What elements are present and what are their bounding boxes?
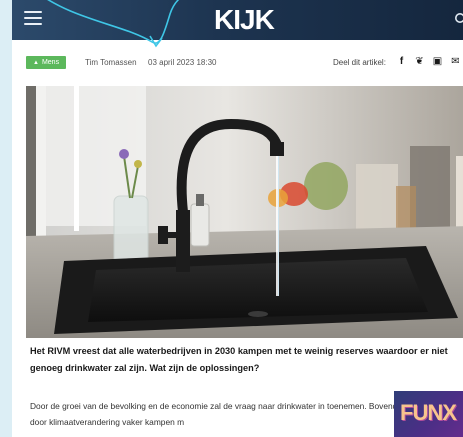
email-icon[interactable]: ✉ xyxy=(450,56,461,67)
advertisement-banner[interactable]: FUNX xyxy=(394,391,463,437)
article-meta: ▲ Mens Tim Tomassen 03 april 2023 18:30 D… xyxy=(12,52,463,72)
author-link[interactable]: Tim Tomassen xyxy=(85,58,137,67)
category-label: Mens xyxy=(41,59,60,66)
whatsapp-icon[interactable]: ▣ xyxy=(432,56,443,67)
kitchen-sink-photo xyxy=(26,86,463,338)
site-logo[interactable]: KIJK xyxy=(214,3,275,37)
share-label: Deel dit artikel: xyxy=(333,58,386,67)
category-badge[interactable]: ▲ Mens xyxy=(26,56,67,69)
publish-date: 03 april 2023 18:30 xyxy=(148,58,217,67)
hero-image xyxy=(26,86,463,338)
facebook-icon[interactable]: f xyxy=(396,56,407,67)
decorative-swoop xyxy=(47,0,180,48)
ad-logo-text: FUNX xyxy=(400,400,457,425)
search-icon[interactable] xyxy=(454,12,463,26)
lock-icon: ▲ xyxy=(33,60,39,66)
article-page: KIJK ▲ Mens Tim Tomassen 03 april 2023 18… xyxy=(12,0,463,437)
twitter-icon[interactable]: ❦ xyxy=(414,56,425,67)
article-lead: Het RIVM vreest dat alle waterbedrijven … xyxy=(30,346,448,373)
